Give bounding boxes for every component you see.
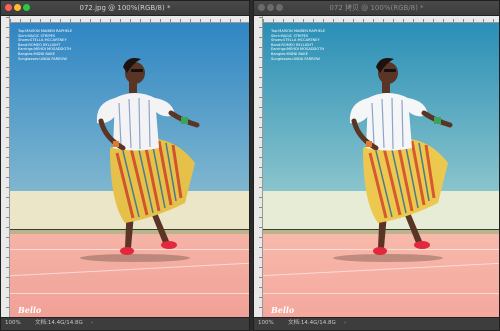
document-window-left[interactable]: 072.jpg @ 100%(RGB/8) * Top:MAISON MAIBE… xyxy=(0,0,250,331)
status-menu-arrow[interactable]: › xyxy=(91,318,93,329)
document-size-info: 文档:14.4G/14.8G xyxy=(35,320,83,326)
zoom-level[interactable]: 100% xyxy=(258,318,274,329)
horizontal-ruler[interactable] xyxy=(10,16,249,23)
status-menu-arrow[interactable]: › xyxy=(344,318,346,329)
window-title: 072.jpg @ 100%(RGB/8) * xyxy=(79,4,171,12)
model-figure xyxy=(333,58,453,262)
document-size-info: 文档:14.4G/14.8G xyxy=(288,320,336,326)
window-title: 072 拷贝 @ 100%(RGB/8) * xyxy=(329,4,424,12)
vertical-ruler[interactable] xyxy=(254,16,263,318)
window-titlebar[interactable]: 072 拷贝 @ 100%(RGB/8) * xyxy=(254,1,499,16)
magazine-logo: Bello xyxy=(18,305,42,315)
status-bar: 100% 文档:14.4G/14.8G › xyxy=(254,317,499,330)
model-figure xyxy=(80,58,200,262)
vertical-ruler[interactable] xyxy=(1,16,10,318)
image-canvas[interactable]: Top:MAISON MAIBEN RAPHELE Skirt:MAGIC ST… xyxy=(10,23,249,318)
image-canvas[interactable]: Top:MAISON MAIBEN RAPHELE Skirt:MAGIC ST… xyxy=(263,23,499,318)
zoom-level[interactable]: 100% xyxy=(5,318,21,329)
document-window-right[interactable]: 072 拷贝 @ 100%(RGB/8) * Top:MAISON MAIBEN… xyxy=(253,0,500,331)
window-titlebar[interactable]: 072.jpg @ 100%(RGB/8) * xyxy=(1,1,249,16)
status-bar: 100% 文档:14.4G/14.8G › xyxy=(1,317,249,330)
horizontal-ruler[interactable] xyxy=(263,16,499,23)
magazine-logo: Bello xyxy=(271,305,295,315)
